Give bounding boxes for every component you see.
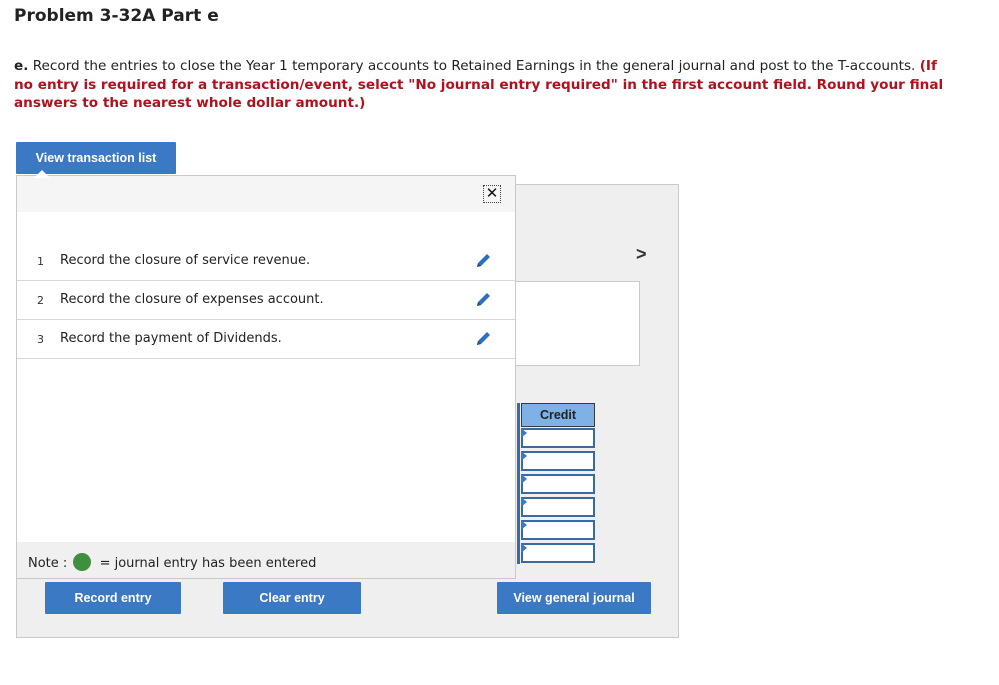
instructions-text: Record the entries to close the Year 1 t… <box>32 58 916 74</box>
transaction-number: 1 <box>37 255 44 268</box>
transaction-number: 2 <box>37 294 44 307</box>
view-general-journal-button[interactable]: View general journal <box>497 582 651 614</box>
next-arrow-icon[interactable]: > <box>636 244 647 265</box>
transaction-row: 2 Record the closure of expenses account… <box>17 281 515 320</box>
transaction-label: Record the payment of Dividends. <box>60 331 282 346</box>
legend-note: Note : = journal entry has been entered <box>28 553 316 571</box>
credit-input[interactable] <box>521 428 595 448</box>
note-text: = journal entry has been entered <box>99 556 317 571</box>
credit-input[interactable] <box>521 474 595 494</box>
journal-info-box <box>505 281 640 366</box>
record-entry-button[interactable]: Record entry <box>45 582 181 614</box>
instructions-lead: e. <box>14 58 29 74</box>
credit-input[interactable] <box>521 543 595 563</box>
green-dot-icon <box>73 553 92 571</box>
popup-caret <box>34 170 50 178</box>
transaction-label: Record the closure of expenses account. <box>60 292 324 307</box>
close-icon[interactable]: ✕ <box>483 185 501 203</box>
transaction-row: 3 Record the payment of Dividends. <box>17 320 515 359</box>
popup-header <box>17 176 515 212</box>
page-title: Problem 3-32A Part e <box>14 6 219 26</box>
credit-input[interactable] <box>521 520 595 540</box>
transaction-number: 3 <box>37 333 44 346</box>
journal-row-bar <box>517 403 520 564</box>
transaction-row: 1 Record the closure of service revenue. <box>17 242 515 281</box>
note-prefix: Note : <box>28 556 68 571</box>
instructions: e. Record the entries to close the Year … <box>14 57 954 113</box>
pencil-icon[interactable] <box>474 252 492 270</box>
credit-input[interactable] <box>521 497 595 517</box>
clear-entry-button[interactable]: Clear entry <box>223 582 361 614</box>
pencil-icon[interactable] <box>474 291 492 309</box>
credit-input[interactable] <box>521 451 595 471</box>
pencil-icon[interactable] <box>474 330 492 348</box>
transaction-list-popup: ✕ 1 Record the closure of service revenu… <box>16 175 516 579</box>
credit-column-header: Credit <box>521 403 595 427</box>
transaction-label: Record the closure of service revenue. <box>60 253 311 268</box>
